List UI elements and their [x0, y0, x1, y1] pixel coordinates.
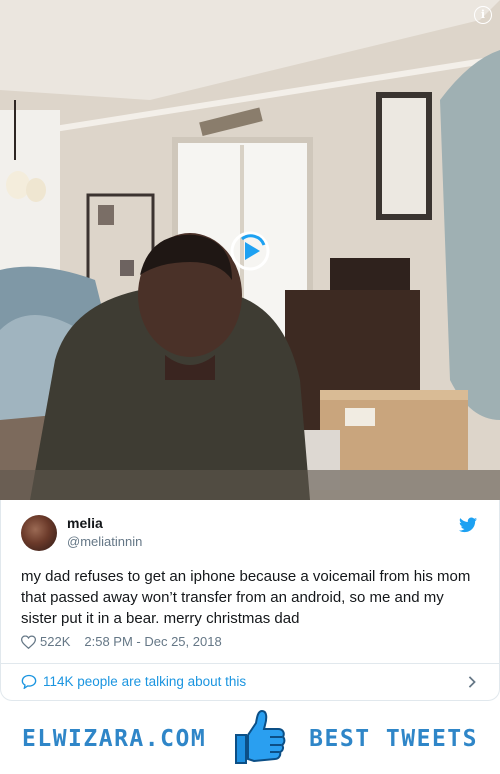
tweet-text: my dad refuses to get an iphone because …	[21, 568, 471, 627]
tweet-card[interactable]: melia @meliatinnin my dad refuses to get…	[0, 500, 500, 701]
info-icon[interactable]: i	[474, 6, 492, 24]
conversation-link[interactable]: 114K people are talking about this	[21, 674, 246, 689]
like-count[interactable]: 522K	[40, 634, 70, 649]
chevron-right-icon[interactable]	[467, 676, 477, 688]
tweet-timestamp[interactable]: 2:58 PM - Dec 25, 2018	[84, 634, 221, 649]
divider	[1, 663, 499, 664]
talking-text: 114K people are talking about this	[43, 674, 247, 689]
best-tweets-label: BEST TWEETS	[309, 726, 478, 752]
tweet-video-thumbnail[interactable]: i	[0, 0, 500, 500]
thumbs-up-icon	[235, 709, 286, 764]
site-footer-banner: ELWIZARA.COM BEST TWEETS	[0, 701, 500, 774]
author-name[interactable]: melia	[67, 515, 103, 531]
speech-bubble-icon	[21, 674, 37, 689]
play-icon[interactable]	[230, 231, 270, 271]
tweet-meta: 522K 2:58 PM - Dec 25, 2018	[21, 634, 222, 649]
site-name[interactable]: ELWIZARA.COM	[22, 726, 206, 752]
author-handle[interactable]: @meliatinnin	[67, 534, 142, 549]
heart-icon[interactable]	[21, 634, 36, 649]
avatar[interactable]	[21, 515, 57, 551]
twitter-bird-icon[interactable]	[459, 516, 477, 534]
